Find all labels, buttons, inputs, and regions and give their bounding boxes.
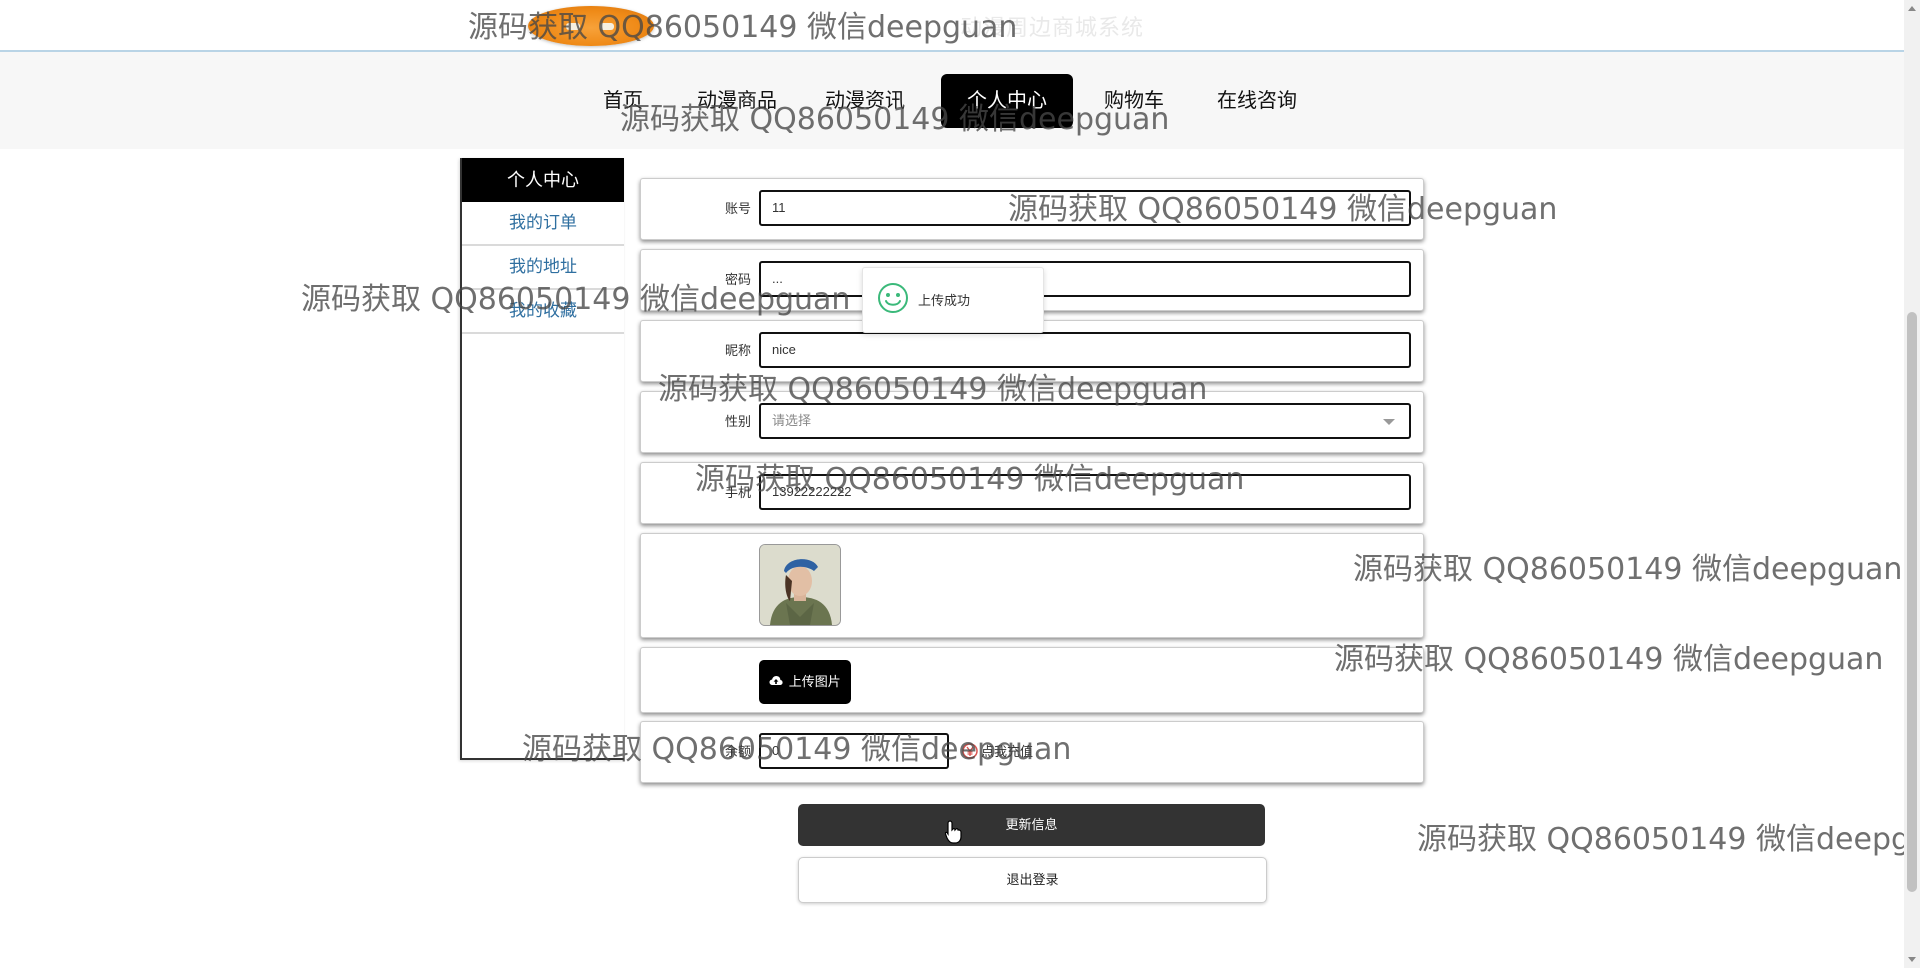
update-info-button[interactable]: 更新信息 xyxy=(798,804,1265,846)
chevron-down-icon xyxy=(1383,419,1395,425)
page-scrollbar[interactable] xyxy=(1904,0,1920,968)
hand-cursor-icon xyxy=(945,820,962,844)
upload-image-button[interactable]: 上传图片 xyxy=(759,660,851,704)
avatar-photo xyxy=(760,545,840,625)
main-nav: 首页 动漫商品 动漫资讯 个人中心 购物车 在线咨询 xyxy=(0,52,1904,149)
sidebar-item-orders[interactable]: 我的订单 xyxy=(462,202,624,246)
logo-mark xyxy=(600,23,614,30)
gender-select-placeholder: 请选择 xyxy=(772,413,812,428)
scroll-down-icon[interactable] xyxy=(1908,957,1916,962)
account-row: 账号 11 xyxy=(640,178,1424,240)
gender-label: 性别 xyxy=(724,414,751,429)
sidebar: 个人中心 我的订单 我的地址 我的收藏 xyxy=(460,158,624,760)
balance-row: 余额 0 点我充值 xyxy=(640,721,1424,783)
account-label: 账号 xyxy=(724,201,751,216)
scroll-thumb[interactable] xyxy=(1907,312,1917,892)
recharge-link[interactable]: 点我充值 xyxy=(981,741,1033,760)
sidebar-item-address[interactable]: 我的地址 xyxy=(462,246,624,290)
nav-home[interactable]: 首页 xyxy=(586,74,660,128)
nav-anime-news[interactable]: 动漫资讯 xyxy=(816,74,914,128)
gender-select[interactable]: 请选择 xyxy=(759,403,1411,439)
smile-icon xyxy=(878,283,908,313)
logo-mark xyxy=(566,23,580,30)
watermark: 源码获取 QQ86050149 微信deepguan xyxy=(1417,822,1920,857)
logout-button[interactable]: 退出登录 xyxy=(798,857,1267,903)
site-title: 动漫周边商城系统 xyxy=(960,16,1145,41)
avatar-row xyxy=(640,533,1424,638)
recharge-icon xyxy=(962,743,978,759)
toast-message: 上传成功 xyxy=(862,267,1044,333)
upload-row: 上传图片 xyxy=(640,647,1424,713)
gender-row: 性别 请选择 xyxy=(640,391,1424,453)
nickname-input[interactable]: nice xyxy=(759,332,1411,368)
sidebar-item-favorites[interactable]: 我的收藏 xyxy=(462,290,624,334)
nav-anime-products[interactable]: 动漫商品 xyxy=(688,74,786,128)
avatar[interactable] xyxy=(759,544,841,626)
phone-label: 手机 xyxy=(724,485,751,500)
nickname-label: 昵称 xyxy=(724,343,751,358)
phone-row: 手机 13922222222 xyxy=(640,462,1424,524)
password-label: 密码 xyxy=(724,272,751,287)
top-header: 动漫周边商城系统 xyxy=(0,0,1904,52)
balance-input[interactable]: 0 xyxy=(759,733,949,769)
scroll-up-icon[interactable] xyxy=(1908,6,1916,11)
account-input[interactable]: 11 xyxy=(759,190,1411,226)
sidebar-title[interactable]: 个人中心 xyxy=(462,158,624,202)
upload-button-label: 上传图片 xyxy=(788,674,841,689)
nav-online-consult[interactable]: 在线咨询 xyxy=(1198,74,1316,128)
balance-label: 余额 xyxy=(724,744,751,759)
site-logo[interactable] xyxy=(528,6,654,46)
nav-personal-center[interactable]: 个人中心 xyxy=(941,74,1073,128)
password-input[interactable]: ... xyxy=(759,261,1411,297)
toast-text: 上传成功 xyxy=(918,293,971,308)
nav-cart[interactable]: 购物车 xyxy=(1096,74,1172,128)
watermark: 源码获取 QQ86050149 微信deepguan xyxy=(1353,552,1903,587)
phone-input[interactable]: 13922222222 xyxy=(759,474,1411,510)
cloud-upload-icon xyxy=(769,676,783,685)
